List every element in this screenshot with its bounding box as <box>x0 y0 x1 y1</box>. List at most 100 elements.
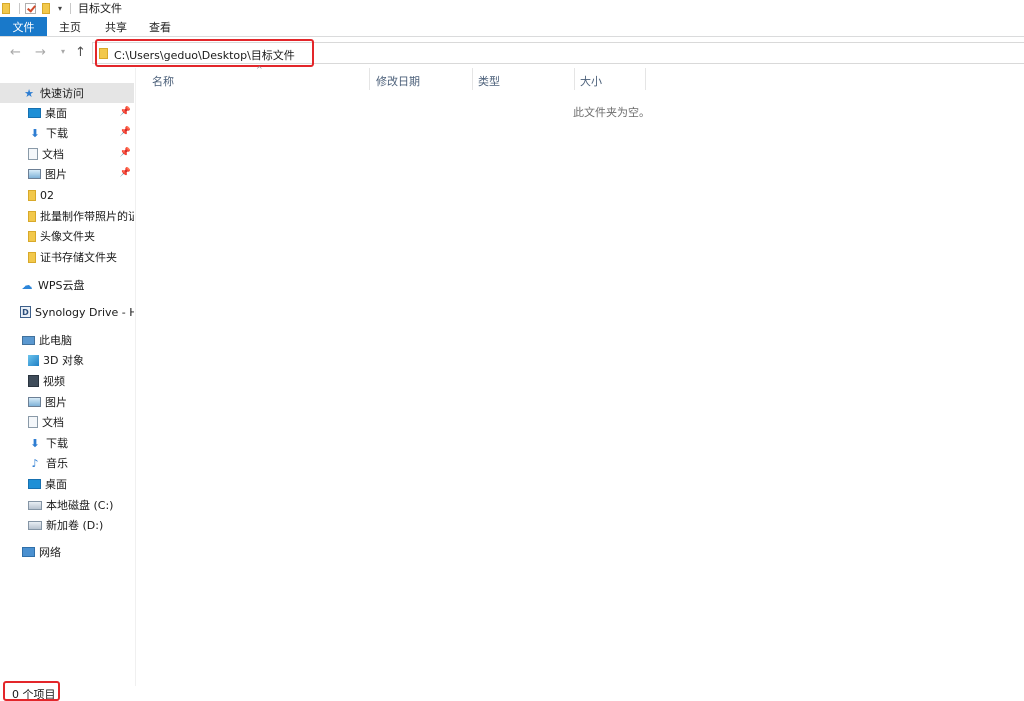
sidebar-item-drive-d[interactable]: 新加卷 (D:) <box>0 515 134 535</box>
sidebar-item-music[interactable]: ♪ 音乐 <box>0 453 134 473</box>
sidebar-item-documents-pc[interactable]: 文档 <box>0 412 134 432</box>
windows-drive-icon <box>28 500 42 510</box>
sidebar-item-downloads[interactable]: ⬇ 下载 📌 <box>0 123 134 143</box>
folder-icon <box>28 189 36 201</box>
sidebar-item-folder-02[interactable]: 02 <box>0 185 134 205</box>
sidebar-item-label: 文档 <box>42 148 64 161</box>
navigation-pane: ★ 快速访问 桌面 📌 ⬇ 下载 📌 文档 📌 图片 📌 02 批量制作带照片的… <box>0 82 135 682</box>
sidebar-item-label: Synology Drive - HO <box>35 305 134 319</box>
sidebar-item-quick-access[interactable]: ★ 快速访问 <box>0 83 134 103</box>
sidebar-item-downloads-pc[interactable]: ⬇ 下载 <box>0 433 134 453</box>
tab-home[interactable]: 主页 <box>47 17 93 36</box>
title-bar: ▾ 目标文件 <box>0 0 1024 16</box>
address-highlight-box <box>95 39 314 67</box>
sidebar-item-label: 文档 <box>42 416 64 429</box>
sidebar-item-pictures[interactable]: 图片 📌 <box>0 164 134 184</box>
sidebar-item-label: 桌面 <box>45 107 67 120</box>
sidebar-item-label: 网络 <box>39 546 61 559</box>
sidebar-item-synology-drive[interactable]: D Synology Drive - HO <box>0 302 134 322</box>
sidebar-item-drive-c[interactable]: 本地磁盘 (C:) <box>0 495 134 515</box>
new-folder-icon[interactable] <box>42 2 50 14</box>
document-icon <box>28 148 38 160</box>
chevron-down-icon[interactable]: ▾ <box>61 47 65 56</box>
video-icon <box>28 375 39 387</box>
column-separator[interactable] <box>574 68 575 90</box>
sidebar-item-3d-objects[interactable]: 3D 对象 <box>0 350 134 370</box>
sidebar-item-label: 此电脑 <box>39 334 72 347</box>
column-separator[interactable] <box>472 68 473 90</box>
document-icon <box>28 416 38 428</box>
sidebar-item-label: 音乐 <box>46 457 68 470</box>
network-icon <box>22 547 35 557</box>
sidebar-item-label: 本地磁盘 (C:) <box>46 499 114 512</box>
folder-icon <box>2 2 10 14</box>
sidebar-item-desktop[interactable]: 桌面 📌 <box>0 103 134 123</box>
sidebar-item-label: 下载 <box>46 127 68 140</box>
customize-toolbar-chevron-icon[interactable]: ▾ <box>58 4 62 13</box>
sidebar-item-network[interactable]: 网络 <box>0 542 134 562</box>
sidebar-item-label: 批量制作带照片的证 <box>40 210 134 223</box>
sidebar-item-pictures-pc[interactable]: 图片 <box>0 392 134 412</box>
separator <box>70 2 72 14</box>
arrow-up-icon[interactable]: ↑ <box>75 45 86 60</box>
properties-icon[interactable] <box>25 2 36 14</box>
sidebar-item-folder-batch[interactable]: 批量制作带照片的证 <box>0 206 134 226</box>
sidebar-item-label: 图片 <box>45 168 67 181</box>
computer-icon <box>22 335 35 345</box>
sidebar-item-wps-cloud[interactable]: ☁ WPS云盘 <box>0 275 134 295</box>
sidebar-item-folder-certificates[interactable]: 证书存储文件夹 <box>0 247 134 267</box>
column-separator[interactable] <box>369 68 370 90</box>
empty-folder-message: 此文件夹为空。 <box>573 106 650 119</box>
folder-icon <box>28 210 36 222</box>
sidebar-item-label: 02 <box>40 188 54 202</box>
sidebar-item-label: 快速访问 <box>40 87 84 100</box>
column-date-modified[interactable]: 修改日期 <box>376 73 420 89</box>
sidebar-item-label: 3D 对象 <box>43 354 84 367</box>
column-separator[interactable] <box>645 68 646 90</box>
tab-share[interactable]: 共享 <box>93 17 139 36</box>
sidebar-item-folder-avatar[interactable]: 头像文件夹 <box>0 226 134 246</box>
sidebar-item-videos[interactable]: 视频 <box>0 371 134 391</box>
column-type[interactable]: 类型 <box>478 73 500 89</box>
music-icon: ♪ <box>31 456 39 470</box>
sidebar-item-label: 头像文件夹 <box>40 230 95 243</box>
sidebar-item-label: 下载 <box>46 437 68 450</box>
pin-icon[interactable]: 📌 <box>120 148 131 158</box>
pin-icon[interactable]: 📌 <box>120 127 131 137</box>
sidebar-item-desktop-pc[interactable]: 桌面 <box>0 474 134 494</box>
desktop-icon <box>28 108 41 118</box>
cloud-icon: ☁ <box>21 278 33 292</box>
sidebar-item-label: 视频 <box>43 375 65 388</box>
sidebar-item-label: 新加卷 (D:) <box>46 519 104 532</box>
arrow-left-icon[interactable]: ← <box>10 45 21 60</box>
synology-drive-icon: D <box>20 306 31 318</box>
status-highlight-box <box>3 681 60 701</box>
pin-icon[interactable]: 📌 <box>120 168 131 178</box>
drive-icon <box>28 520 42 530</box>
window-title: 目标文件 <box>78 2 123 15</box>
desktop-icon <box>28 479 41 489</box>
pictures-icon <box>28 397 41 407</box>
folder-icon <box>28 230 36 242</box>
download-icon: ⬇ <box>30 436 40 450</box>
sidebar-item-this-pc[interactable]: 此电脑 <box>0 330 134 350</box>
column-header: ^ 名称 修改日期 类型 大小 <box>136 65 1024 92</box>
pictures-icon <box>28 169 41 179</box>
tab-view[interactable]: 查看 <box>139 17 181 36</box>
ribbon-tabs: 文件 主页 共享 查看 <box>0 17 1024 37</box>
sidebar-item-documents[interactable]: 文档 📌 <box>0 144 134 164</box>
sidebar-item-label: 桌面 <box>45 478 67 491</box>
tab-file[interactable]: 文件 <box>0 17 47 36</box>
separator <box>19 2 20 14</box>
star-icon: ★ <box>24 86 34 100</box>
arrow-right-icon[interactable]: → <box>35 45 46 60</box>
3d-objects-icon <box>28 354 39 366</box>
pane-divider[interactable] <box>135 68 136 686</box>
column-size[interactable]: 大小 <box>580 73 602 89</box>
pin-icon[interactable]: 📌 <box>120 107 131 117</box>
sidebar-item-label: 图片 <box>45 396 67 409</box>
sidebar-item-label: 证书存储文件夹 <box>40 251 117 264</box>
folder-icon <box>28 251 36 263</box>
sidebar-item-label: WPS云盘 <box>38 279 85 292</box>
column-name[interactable]: 名称 <box>152 73 174 89</box>
